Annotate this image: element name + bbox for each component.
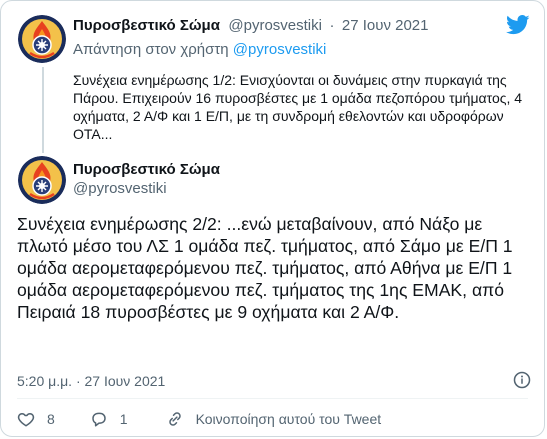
fire-service-logo (18, 15, 66, 63)
share-button[interactable]: Κοινοποίηση αυτού του Tweet (166, 410, 382, 428)
reply-count: 1 (119, 411, 128, 427)
info-icon[interactable] (513, 371, 531, 389)
author-avatar[interactable] (18, 156, 66, 204)
separator-dot: · (329, 17, 335, 34)
reply-context: Απάντηση στον χρήστη @pyrosvestiki (73, 41, 326, 58)
parent-author-handle[interactable]: @pyrosvestiki (228, 17, 322, 34)
reply-button[interactable]: 1 (90, 410, 128, 428)
reply-handle-link[interactable]: @pyrosvestiki (233, 41, 327, 58)
parent-tweet-text: Συνέχεια ενημέρωσης 1/2: Ενισχύονται οι … (73, 72, 523, 142)
heart-icon (17, 413, 35, 427)
author-handle[interactable]: @pyrosvestiki (73, 180, 220, 197)
parent-author-name[interactable]: Πυροσβεστικό Σώμα (73, 17, 220, 34)
like-count: 8 (47, 411, 55, 427)
parent-header: Πυροσβεστικό Σώμα @pyrosvestiki · 27 Ιου… (73, 17, 429, 35)
tweet-text: Συνέχεια ενημέρωσης 2/2: ...ενώ μεταβαίν… (17, 214, 513, 322)
parent-date[interactable]: 27 Ιουν 2021 (342, 17, 429, 34)
author-header: Πυροσβεστικό Σώμα @pyrosvestiki (73, 161, 220, 197)
reply-icon (92, 412, 106, 427)
thread-connector-line (42, 67, 44, 153)
action-bar: 8 1 Κοινοποίηση αυτού του Tweet (17, 408, 381, 430)
tweet-timestamp[interactable]: 5:20 μ.μ. · 27 Ιουν 2021 (17, 373, 165, 389)
parent-avatar[interactable] (18, 15, 66, 63)
embedded-tweet-card[interactable]: Πυροσβεστικό Σώμα @pyrosvestiki · 27 Ιου… (0, 0, 545, 437)
twitter-bird-icon[interactable] (506, 15, 530, 35)
share-label: Κοινοποίηση αυτού του Tweet (195, 411, 382, 427)
reply-prefix: Απάντηση στον χρήστη (73, 41, 229, 58)
divider (17, 398, 528, 399)
share-icon (168, 412, 181, 426)
like-button[interactable]: 8 (17, 410, 55, 428)
author-name[interactable]: Πυροσβεστικό Σώμα (73, 161, 220, 178)
fire-service-logo (18, 156, 66, 204)
